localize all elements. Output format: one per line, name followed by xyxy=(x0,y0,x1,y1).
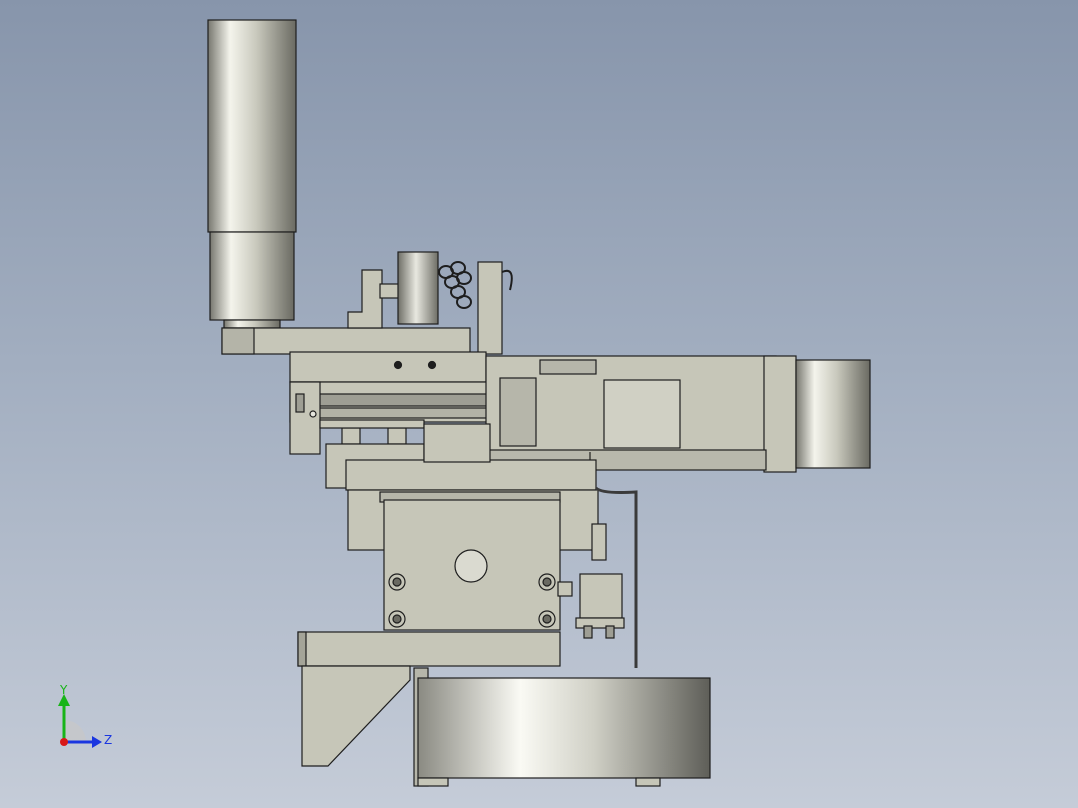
middle-block[interactable] xyxy=(289,351,487,383)
pulley-spool[interactable] xyxy=(397,251,439,325)
tension-arm[interactable] xyxy=(477,261,513,355)
base-plate[interactable] xyxy=(297,631,561,667)
upper-plate[interactable] xyxy=(221,327,471,355)
spring-bracket[interactable] xyxy=(347,269,401,329)
cad-graphics-area[interactable]: Y Z xyxy=(0,0,1078,808)
servo-motor[interactable] xyxy=(485,355,871,473)
x-axis-dot xyxy=(60,738,68,746)
roller-drum[interactable] xyxy=(413,667,711,787)
coil-spring[interactable] xyxy=(438,261,472,309)
assembly-model[interactable] xyxy=(0,0,1078,808)
y-axis-label: Y xyxy=(59,683,68,697)
support-bracket[interactable] xyxy=(301,665,411,767)
stepper-motor[interactable] xyxy=(383,499,561,631)
vertical-cylinder[interactable] xyxy=(207,19,297,329)
coordinate-triad: Y Z xyxy=(58,683,112,748)
z-axis-label: Z xyxy=(104,733,112,747)
